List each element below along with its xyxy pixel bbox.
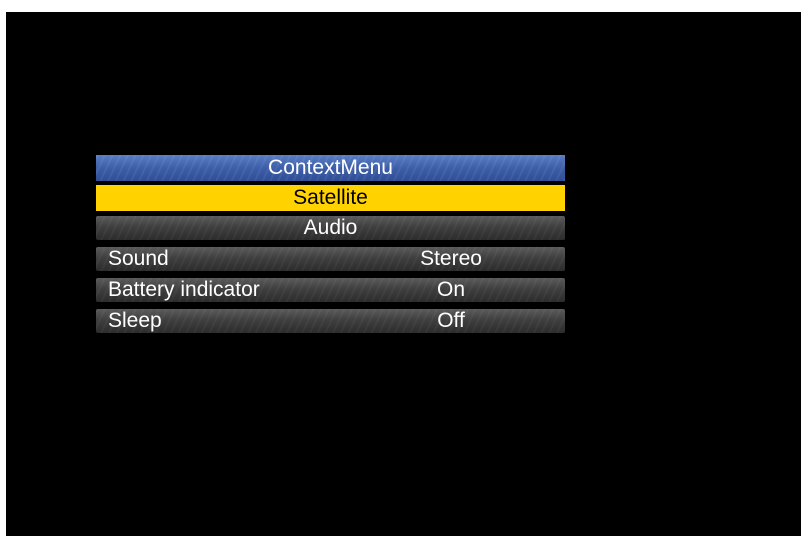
menu-item-satellite[interactable]: Satellite: [96, 185, 565, 211]
sleep-label: Sleep: [108, 309, 162, 332]
sound-value: Stereo: [420, 247, 482, 270]
menu-item-sound[interactable]: Sound Stereo: [96, 247, 565, 271]
menu-item-audio[interactable]: Audio: [96, 216, 565, 240]
menu-title: ContextMenu: [96, 155, 565, 181]
sound-label: Sound: [108, 247, 169, 270]
context-menu: ContextMenu Satellite Audio Sound Stereo…: [96, 155, 565, 340]
menu-item-battery-indicator[interactable]: Battery indicator On: [96, 278, 565, 302]
menu-item-sleep[interactable]: Sleep Off: [96, 309, 565, 333]
battery-indicator-value: On: [436, 278, 465, 301]
tv-screen: ContextMenu Satellite Audio Sound Stereo…: [6, 12, 801, 536]
sleep-value: Off: [437, 309, 465, 332]
battery-indicator-label: Battery indicator: [108, 278, 260, 301]
